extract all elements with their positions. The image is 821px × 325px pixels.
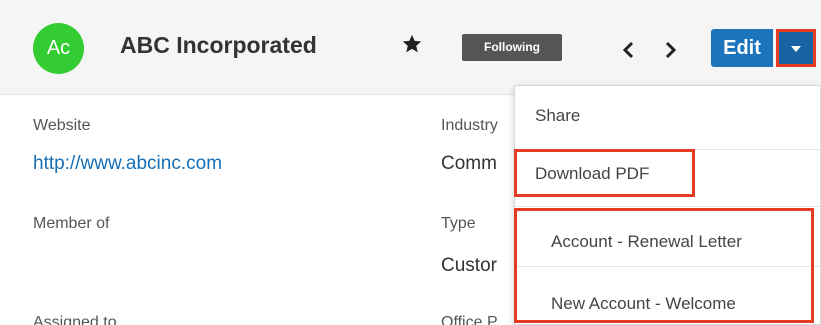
menu-item-share[interactable]: Share <box>535 106 580 126</box>
type-value: Custor <box>441 255 497 276</box>
industry-label: Industry <box>441 117 498 134</box>
member-of-label: Member of <box>33 215 110 232</box>
avatar: Ac <box>33 23 84 74</box>
office-phone-label: Office P <box>441 314 498 325</box>
templates-highlight <box>514 208 814 323</box>
following-button[interactable]: Following <box>462 34 562 61</box>
chevron-left-icon[interactable] <box>620 40 638 60</box>
assigned-to-label: Assigned to <box>33 314 117 325</box>
type-label: Type <box>441 215 476 232</box>
chevron-right-icon[interactable] <box>661 40 679 60</box>
record-header: Ac ABC Incorporated Following Edit <box>0 0 821 95</box>
website-label: Website <box>33 117 91 134</box>
actions-dropdown-button[interactable] <box>776 29 816 67</box>
star-icon[interactable] <box>401 33 423 55</box>
record-title: ABC Incorporated <box>120 32 317 58</box>
download-pdf-highlight <box>514 149 695 197</box>
industry-value: Comm <box>441 153 497 174</box>
edit-button[interactable]: Edit <box>711 29 773 67</box>
menu-divider <box>515 206 820 207</box>
website-link[interactable]: http://www.abcinc.com <box>33 153 222 175</box>
caret-down-icon <box>791 46 801 52</box>
